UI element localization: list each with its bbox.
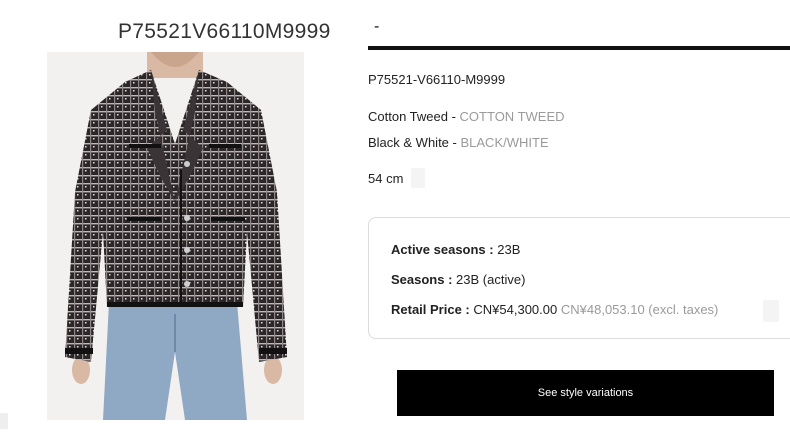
edge-marker	[0, 413, 8, 429]
price-info-placeholder	[763, 300, 779, 322]
seasons-row: Seasons : 23B (active)	[391, 272, 525, 287]
color-label: Black & White	[368, 135, 449, 150]
material-label: Cotton Tweed	[368, 109, 448, 124]
product-reference: P75521-V66110-M9999	[368, 72, 506, 87]
seasons-label: Seasons :	[391, 272, 453, 287]
color-separator: -	[448, 135, 461, 150]
size-swatch-placeholder	[411, 168, 426, 188]
product-code-title: P75521V66110M9999	[118, 20, 331, 43]
product-photo	[47, 52, 304, 420]
active-seasons-label: Active seasons :	[391, 242, 494, 257]
retail-price-row: Retail Price : CN¥54,300.00 CN¥48,053.10…	[391, 302, 718, 317]
material-row: Cotton Tweed - COTTON TWEED	[368, 109, 565, 124]
color-row: Black & White - BLACK/WHITE	[368, 135, 549, 150]
color-code: BLACK/WHITE	[460, 135, 549, 150]
material-code: COTTON TWEED	[459, 109, 565, 124]
size-row: 54 cm	[368, 168, 426, 188]
header-divider	[368, 46, 790, 50]
retail-price-label: Retail Price :	[391, 302, 470, 317]
active-seasons-value: 23B	[497, 242, 521, 257]
header-dash: -	[374, 18, 380, 35]
seasons-value: 23B (active)	[456, 272, 526, 287]
size-value: 54 cm	[368, 170, 404, 186]
retail-price-excl-taxes: CN¥48,053.10 (excl. taxes)	[560, 302, 719, 317]
details-card: Active seasons : 23B Seasons : 23B (acti…	[368, 217, 790, 339]
material-separator: -	[447, 109, 460, 124]
jacket-illustration	[65, 52, 287, 420]
retail-price-value: CN¥54,300.00	[473, 302, 558, 317]
see-style-variations-button[interactable]: See style variations	[397, 370, 774, 416]
active-seasons-row: Active seasons : 23B	[391, 242, 520, 257]
